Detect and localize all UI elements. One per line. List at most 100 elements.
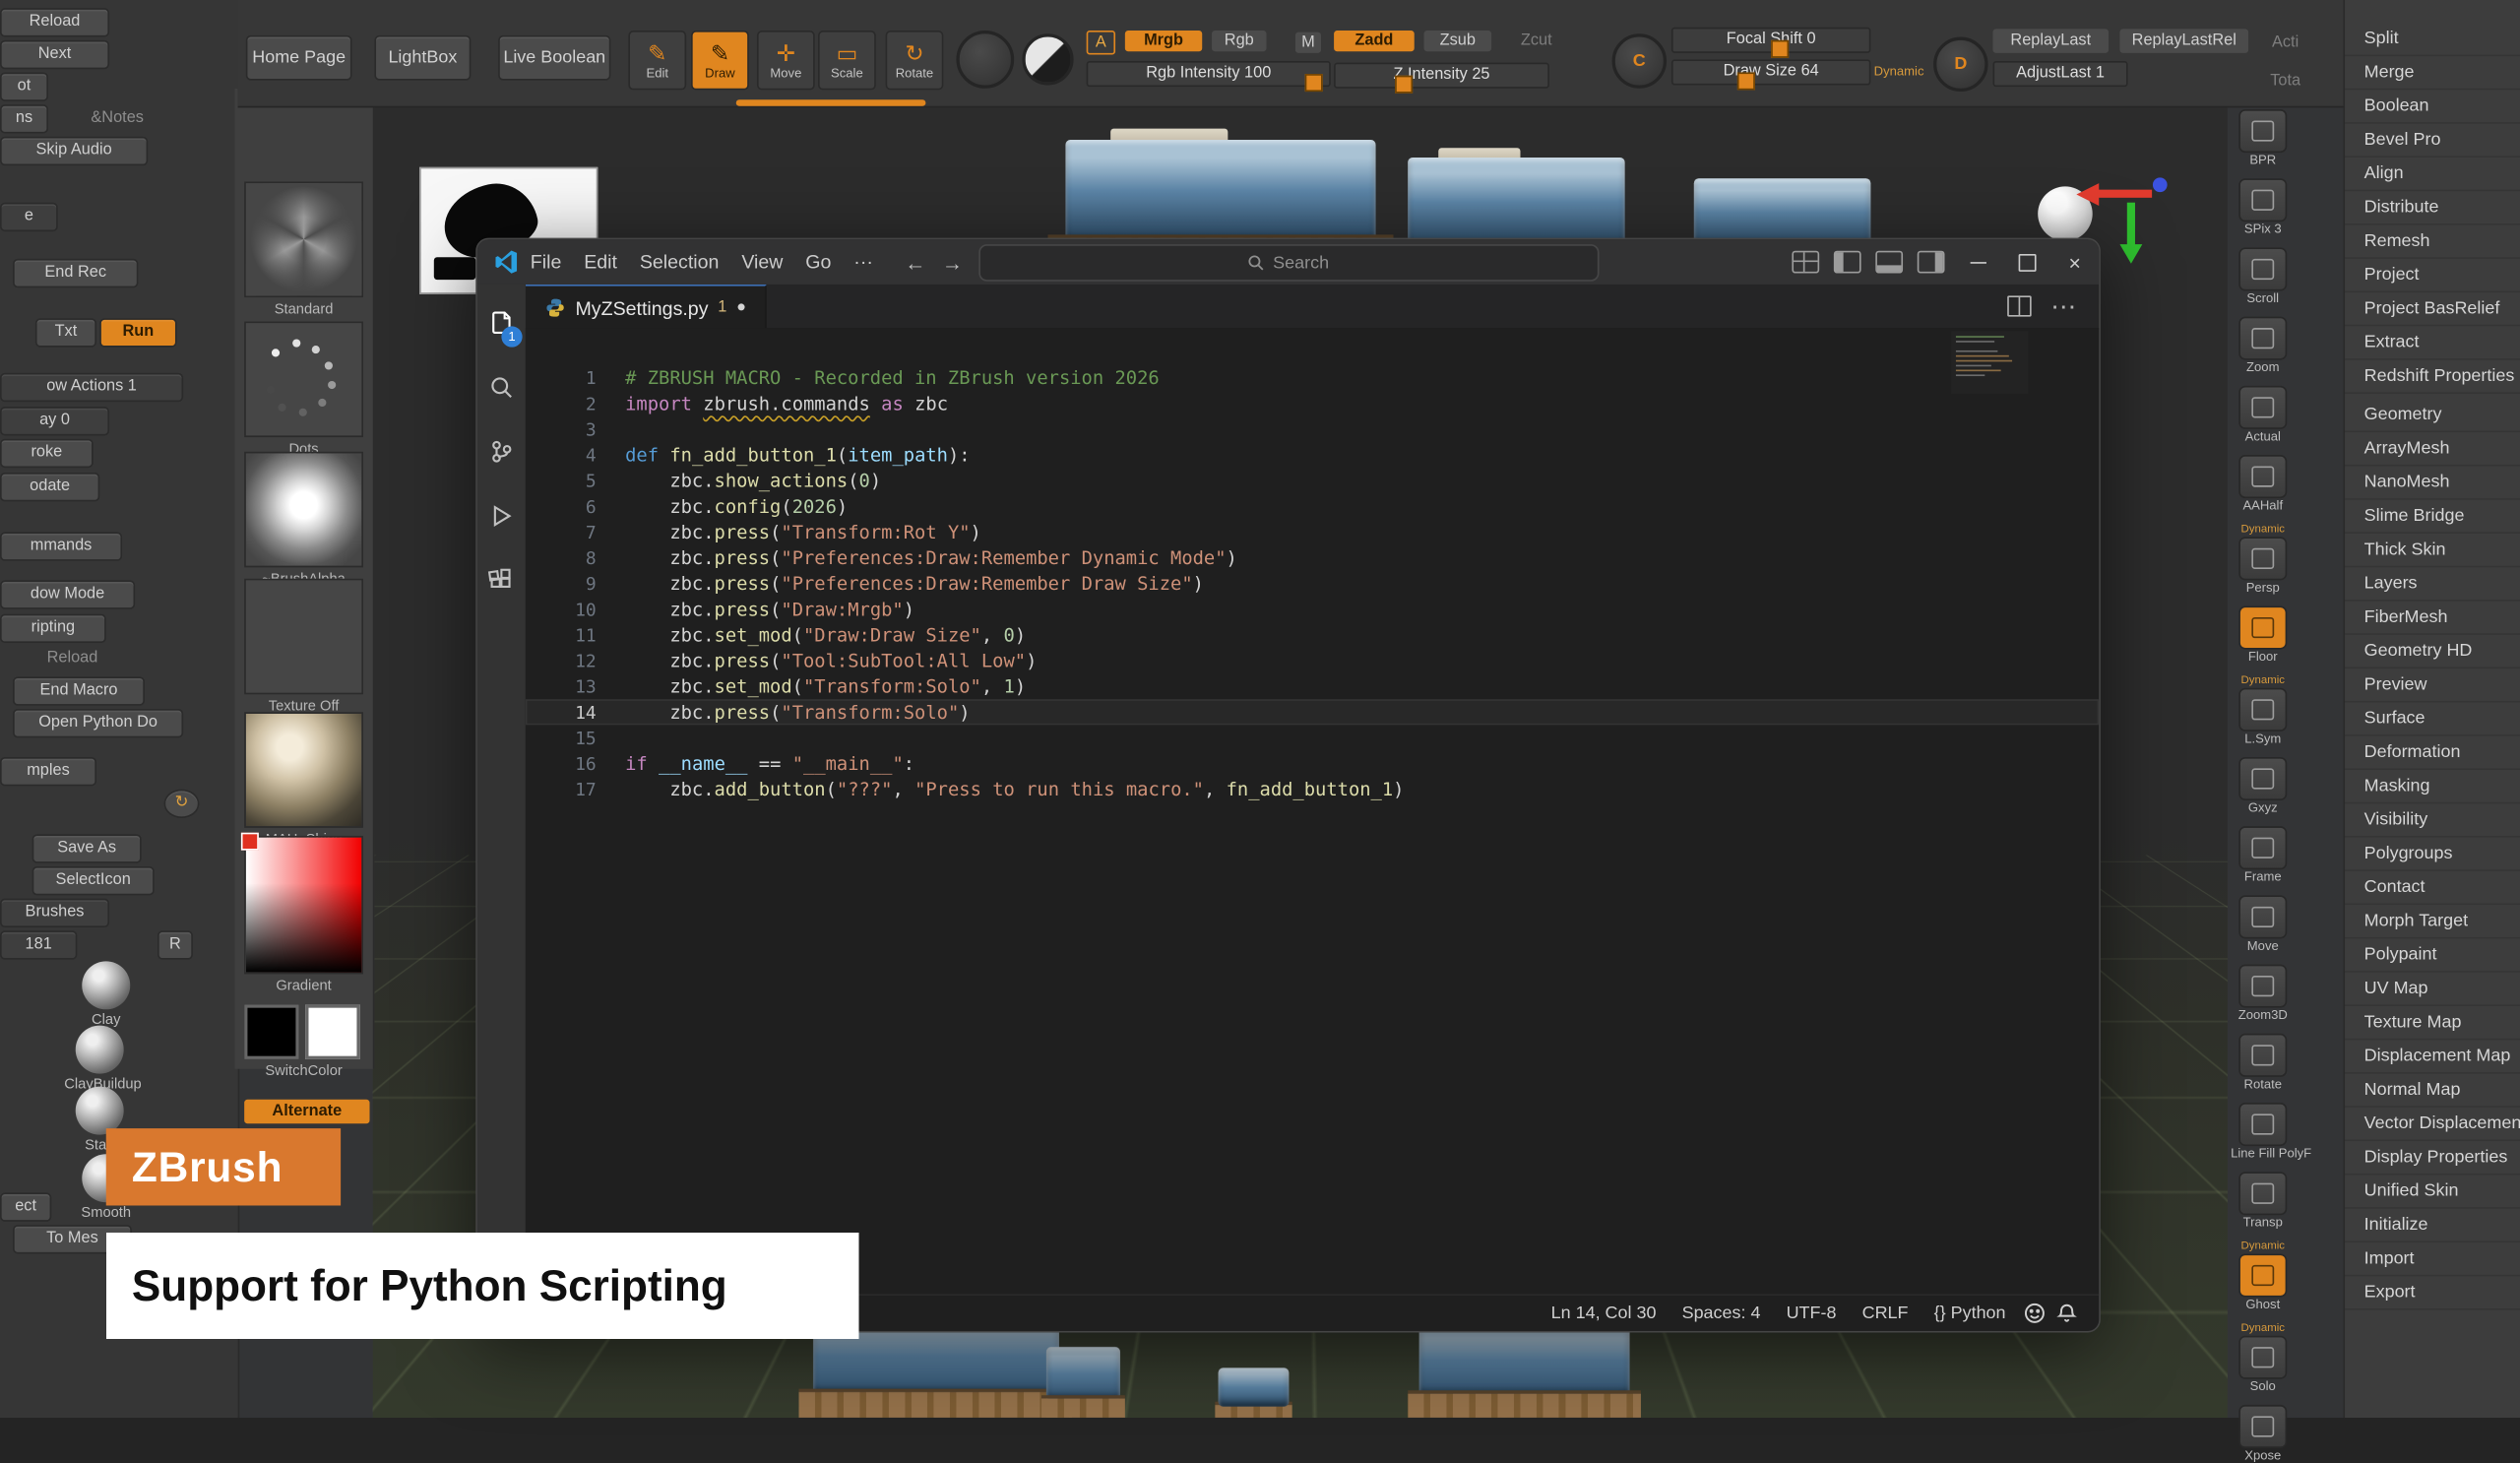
brush-strip-item-texture-off[interactable]: Texture Off: [244, 579, 363, 714]
focal-shift-slider[interactable]: Focal Shift 0: [1671, 28, 1870, 53]
tool-menu-item-merge[interactable]: Merge: [2345, 56, 2520, 90]
tool-subpalette-item-masking[interactable]: Masking: [2345, 770, 2520, 803]
status-python[interactable]: {} Python: [1922, 1304, 2019, 1323]
alternate-button[interactable]: Alternate: [244, 1100, 369, 1123]
tool-subpalette-item-uv-map[interactable]: UV Map: [2345, 973, 2520, 1006]
menu-edit[interactable]: Edit: [573, 251, 629, 274]
shelf-button-gxyz[interactable]: Gxyz: [2231, 757, 2295, 815]
tool-subpalette-item-thick-skin[interactable]: Thick Skin: [2345, 534, 2520, 567]
shelf-button-spix-3[interactable]: SPix 3: [2231, 178, 2295, 236]
draw-button[interactable]: ✎Draw: [691, 31, 749, 90]
shelf-button-move[interactable]: Move: [2231, 895, 2295, 953]
shelf-button-scroll[interactable]: Scroll: [2231, 247, 2295, 305]
brush-strip-item-dots[interactable]: Dots: [244, 322, 363, 457]
shelf-button-floor[interactable]: Floor: [2231, 606, 2295, 665]
tool-menu-item-project-basrelief[interactable]: Project BasRelief: [2345, 292, 2520, 326]
z-intensity-knob[interactable]: [1395, 76, 1413, 94]
minimize-button[interactable]: [1954, 239, 2002, 285]
menu-go[interactable]: Go: [794, 251, 843, 274]
vscode-titlebar[interactable]: File Edit Selection View Go ··· ← → Sear…: [477, 239, 2099, 285]
left-panel-button-open-python-do[interactable]: Open Python Do: [13, 709, 183, 737]
zsub-button[interactable]: Zsub: [1424, 31, 1492, 51]
tool-subpalette-item-initialize[interactable]: Initialize: [2345, 1209, 2520, 1242]
tool-subpalette-item-normal-map[interactable]: Normal Map: [2345, 1074, 2520, 1108]
search-input[interactable]: Search: [977, 244, 1598, 282]
status-utf-8[interactable]: UTF-8: [1774, 1304, 1850, 1323]
explorer-icon[interactable]: 1: [477, 291, 526, 355]
tool-subpalette-item-polypaint[interactable]: Polypaint: [2345, 938, 2520, 972]
z-intensity-slider[interactable]: Z Intensity 25: [1334, 63, 1549, 89]
left-panel-button-ripting[interactable]: ripting: [0, 614, 106, 643]
brush-thumb-claybuildup[interactable]: ClayBuildup: [64, 1026, 135, 1092]
adjust-icon[interactable]: D: [1933, 37, 1988, 93]
home-page-button[interactable]: Home Page: [246, 35, 352, 81]
shelf-button-frame[interactable]: Frame: [2231, 826, 2295, 884]
mrgb-button[interactable]: Mrgb: [1125, 31, 1202, 51]
secondary-color-swatch[interactable]: [305, 1004, 360, 1059]
code-line-12[interactable]: 12 zbc.press("Tool:SubTool:All Low"): [526, 648, 2099, 673]
adjust-last-slider[interactable]: AdjustLast 1: [1992, 61, 2127, 87]
rotate-button[interactable]: ↻Rotate: [886, 31, 944, 90]
left-panel-button-next[interactable]: Next: [0, 40, 109, 69]
left-panel-button-e[interactable]: e: [0, 203, 58, 231]
left-panel-button-ay-0[interactable]: ay 0: [0, 407, 109, 435]
status-crlf[interactable]: CRLF: [1850, 1304, 1922, 1323]
live-boolean-button[interactable]: Live Boolean: [498, 35, 610, 81]
tool-subpalette-item-geometry-hd[interactable]: Geometry HD: [2345, 635, 2520, 668]
edit-button[interactable]: ✎Edit: [628, 31, 686, 90]
left-panel-button-ot[interactable]: ot: [0, 72, 48, 100]
code-line-16[interactable]: 16if __name__ == "__main__":: [526, 750, 2099, 776]
tool-menu-item-project[interactable]: Project: [2345, 259, 2520, 292]
tool-menu-item-extract[interactable]: Extract: [2345, 326, 2520, 359]
customize-layout-icon[interactable]: [1792, 251, 1819, 274]
tool-menu-item-align[interactable]: Align: [2345, 158, 2520, 191]
lightbox-button[interactable]: LightBox: [374, 35, 471, 81]
tool-subpalette-item-visibility[interactable]: Visibility: [2345, 803, 2520, 837]
left-panel-button-roke[interactable]: roke: [0, 439, 94, 468]
menu-overflow[interactable]: ···: [843, 251, 884, 274]
code-line-5[interactable]: 5 zbc.show_actions(0): [526, 468, 2099, 493]
left-panel-button-dow-mode[interactable]: dow Mode: [0, 580, 135, 608]
tool-menu-item-boolean[interactable]: Boolean: [2345, 90, 2520, 123]
source-control-icon[interactable]: [477, 419, 526, 483]
tool-menu-item-redshift-properties[interactable]: Redshift Properties: [2345, 360, 2520, 394]
brush-strip-item-alternate[interactable]: Alternate: [244, 1100, 363, 1123]
rgb-intensity-slider[interactable]: Rgb Intensity 100: [1087, 61, 1331, 87]
tool-subpalette-item-fibermesh[interactable]: FiberMesh: [2345, 602, 2520, 635]
left-panel-button-end-rec[interactable]: End Rec: [13, 259, 138, 287]
search-view-icon[interactable]: [477, 355, 526, 419]
code-line-6[interactable]: 6 zbc.config(2026): [526, 493, 2099, 519]
model-bottom-crate[interactable]: [1215, 1363, 1292, 1418]
menu-view[interactable]: View: [730, 251, 794, 274]
shelf-button-actual[interactable]: Actual: [2231, 386, 2295, 444]
left-panel-button-txt[interactable]: Txt: [35, 318, 96, 347]
tool-menu-item-distribute[interactable]: Distribute: [2345, 191, 2520, 224]
main-color-swatch[interactable]: [244, 1004, 299, 1059]
shelf-button-xpose[interactable]: Xpose: [2231, 1405, 2295, 1463]
left-panel-button-reload[interactable]: Reload: [13, 645, 132, 673]
replay-last-rel-button[interactable]: ReplayLastRel: [2119, 29, 2248, 52]
tool-subpalette-item-geometry[interactable]: Geometry: [2345, 399, 2520, 432]
code-line-10[interactable]: 10 zbc.press("Draw:Mrgb"): [526, 597, 2099, 622]
model-bottom-right[interactable]: [1408, 1318, 1641, 1418]
m-button[interactable]: M: [1295, 32, 1321, 53]
tool-subpalette-item-arraymesh[interactable]: ArrayMesh: [2345, 432, 2520, 466]
shelf-button-solo[interactable]: DynamicSolo: [2231, 1323, 2295, 1394]
draw-size-knob[interactable]: [1737, 72, 1755, 90]
brush-strip-item-mah-shiny[interactable]: MAH_Shiny: [244, 712, 363, 847]
tool-subpalette-item-layers[interactable]: Layers: [2345, 567, 2520, 601]
cut-button-top[interactable]: Acti: [2256, 32, 2314, 53]
code-line-3[interactable]: 3: [526, 416, 2099, 442]
tool-subpalette-item-nanomesh[interactable]: NanoMesh: [2345, 466, 2520, 499]
shelf-button-ghost[interactable]: DynamicGhost: [2231, 1240, 2295, 1311]
split-editor-icon[interactable]: [2007, 295, 2031, 316]
tool-subpalette-item-export[interactable]: Export: [2345, 1276, 2520, 1309]
left-panel-button-181[interactable]: 181: [0, 930, 77, 959]
tool-subpalette-item-slime-bridge[interactable]: Slime Bridge: [2345, 500, 2520, 534]
code-line-11[interactable]: 11 zbc.set_mod("Draw:Draw Size", 0): [526, 622, 2099, 648]
tool-menu-item-split[interactable]: Split: [2345, 23, 2520, 56]
tool-subpalette-item-polygroups[interactable]: Polygroups: [2345, 838, 2520, 871]
nav-forward-icon[interactable]: →: [942, 250, 963, 274]
left-panel-button-skip-audio[interactable]: Skip Audio: [0, 137, 148, 165]
left-panel-button-item[interactable]: ↻: [164, 790, 200, 818]
